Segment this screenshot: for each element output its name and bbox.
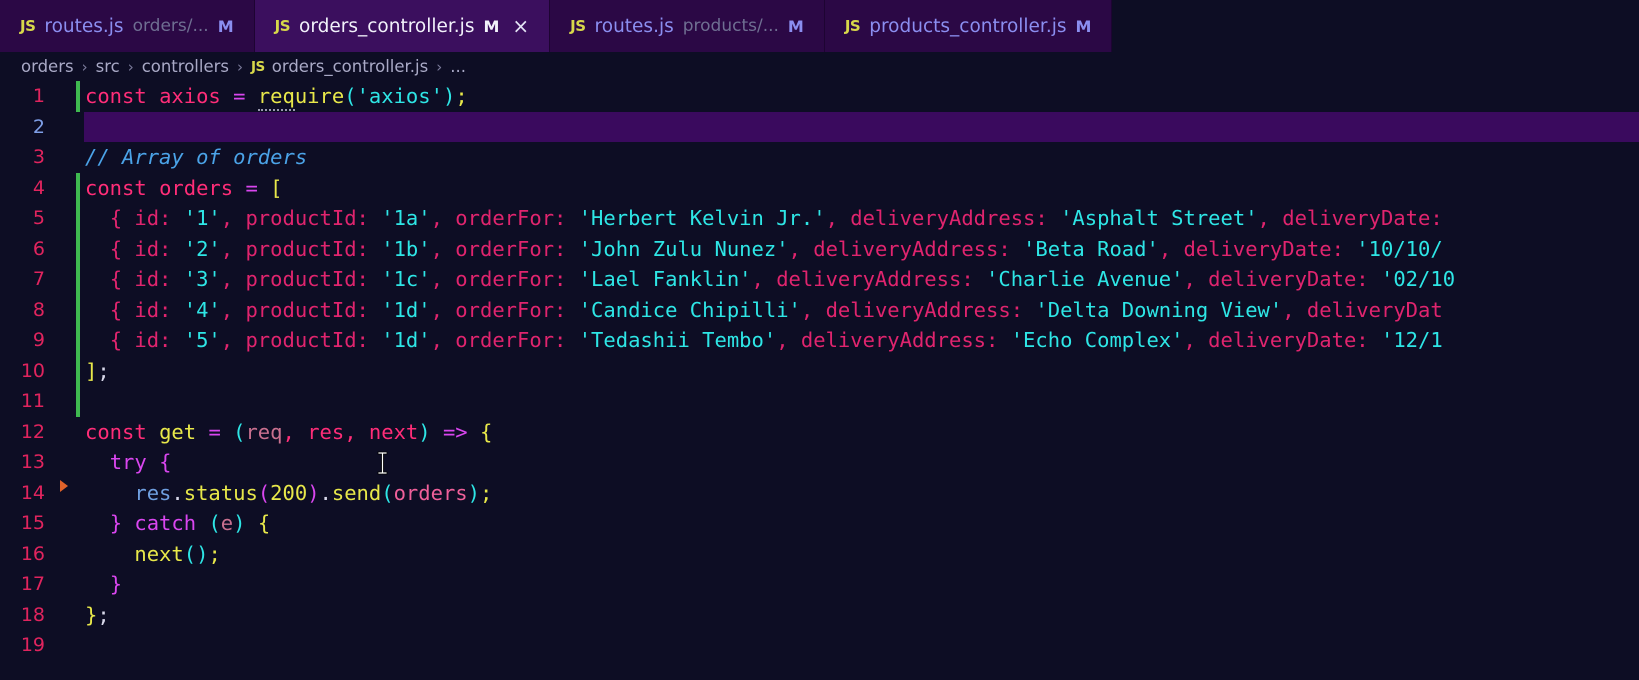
line-number: 16 xyxy=(20,542,45,565)
line-number: 2 xyxy=(32,115,45,138)
breadcrumb-item-symbols[interactable]: ... xyxy=(450,57,466,76)
line-content: res.status(200).send(orders); xyxy=(134,480,493,505)
git-change-indicator xyxy=(76,172,80,417)
line-content: { id: '5', productId: '1d', orderFor: 'T… xyxy=(109,328,1443,353)
chevron-right-icon: › xyxy=(436,57,443,76)
line-number: 4 xyxy=(32,176,45,199)
close-icon[interactable]: × xyxy=(512,16,529,36)
code-line[interactable]: 9 { id: '5', productId: '1d', orderFor: … xyxy=(0,325,1639,356)
editor-tab-routes-products[interactable]: JS routes.js products/... M xyxy=(550,0,825,52)
selection-highlight xyxy=(84,111,1639,142)
js-file-icon: JS xyxy=(570,17,586,35)
line-content: next(); xyxy=(134,541,221,566)
line-number: 13 xyxy=(20,451,45,474)
breadcrumb-item-file[interactable]: orders_controller.js xyxy=(272,57,428,76)
code-line[interactable]: 11 xyxy=(0,386,1639,417)
line-number: 15 xyxy=(20,512,45,535)
tab-strip: JS routes.js orders/... M JS orders_cont… xyxy=(0,0,1113,52)
code-line[interactable]: 4 const orders = [ xyxy=(0,173,1639,204)
editor-tab-products-controller[interactable]: JS products_controller.js M xyxy=(824,0,1113,52)
code-line[interactable]: 6 { id: '2', productId: '1b', orderFor: … xyxy=(0,234,1639,265)
code-line[interactable]: 13 try { xyxy=(0,447,1639,478)
js-file-icon: JS xyxy=(844,17,861,35)
tab-modified-badge: M xyxy=(787,16,804,36)
line-content: const get = (req, res, next) => { xyxy=(85,419,493,444)
code-line[interactable]: 7 { id: '3', productId: '1c', orderFor: … xyxy=(0,264,1639,295)
code-line[interactable]: 8 { id: '4', productId: '1d', orderFor: … xyxy=(0,295,1639,326)
tab-modified-badge: M xyxy=(217,16,234,36)
line-number: 14 xyxy=(20,481,45,504)
line-number: 1 xyxy=(32,85,45,108)
breadcrumb-item-src[interactable]: src xyxy=(96,57,120,76)
tab-bar-empty-area xyxy=(1112,0,1639,52)
tab-modified-badge: M xyxy=(1075,16,1092,36)
line-number: 5 xyxy=(32,207,45,230)
code-editor[interactable]: 1 const axios = require('axios'); 2 3 //… xyxy=(0,81,1639,680)
breadcrumb-item-controllers[interactable]: controllers xyxy=(142,57,229,76)
line-number: 6 xyxy=(32,237,45,260)
line-content: // Array of orders xyxy=(85,145,308,170)
chevron-right-icon: › xyxy=(81,57,88,76)
breadcrumb: orders › src › controllers › JS orders_c… xyxy=(0,52,1639,81)
line-number: 3 xyxy=(32,146,45,169)
git-change-indicator xyxy=(76,81,80,112)
line-content: }; xyxy=(85,602,110,627)
code-line[interactable]: 12 const get = (req, res, next) => { xyxy=(0,417,1639,448)
line-content: } catch (e) { xyxy=(109,511,271,536)
line-content: { id: '2', productId: '1b', orderFor: 'J… xyxy=(109,236,1443,261)
line-number: 8 xyxy=(32,298,45,321)
fold-triangle-icon[interactable] xyxy=(60,479,68,492)
tab-description: products/... xyxy=(682,16,779,36)
line-content: const axios = require('axios'); xyxy=(80,84,468,112)
line-content: const orders = [ xyxy=(85,175,283,200)
tab-modified-badge: M xyxy=(483,16,500,36)
line-number: 11 xyxy=(20,390,45,413)
js-file-icon: JS xyxy=(20,17,36,35)
js-file-icon: JS xyxy=(251,58,265,75)
line-number: 9 xyxy=(32,329,45,352)
tab-description: orders/... xyxy=(132,16,209,36)
code-line[interactable]: 19 xyxy=(0,630,1639,661)
line-content: { id: '3', productId: '1c', orderFor: 'L… xyxy=(109,267,1456,292)
tab-label: routes.js xyxy=(44,15,124,37)
js-file-icon: JS xyxy=(274,17,291,35)
breadcrumb-item-orders[interactable]: orders xyxy=(21,57,74,76)
line-content: } xyxy=(109,572,123,597)
code-line[interactable]: 10 ]; xyxy=(0,356,1639,387)
editor-tab-orders-controller[interactable]: JS orders_controller.js M × xyxy=(254,0,551,52)
tab-label: routes.js xyxy=(594,15,674,37)
tab-label: products_controller.js xyxy=(869,15,1067,37)
code-line[interactable]: 3 // Array of orders xyxy=(0,142,1639,173)
line-content: { id: '4', productId: '1d', orderFor: 'C… xyxy=(109,297,1443,322)
line-number: 12 xyxy=(20,420,45,443)
code-line[interactable]: 5 { id: '1', productId: '1a', orderFor: … xyxy=(0,203,1639,234)
line-number: 18 xyxy=(20,603,45,626)
code-line[interactable]: 1 const axios = require('axios'); xyxy=(0,81,1639,112)
vscode-window: JS routes.js orders/... M JS orders_cont… xyxy=(0,0,1639,680)
chevron-right-icon: › xyxy=(127,57,134,76)
line-number: 10 xyxy=(20,359,45,382)
line-number: 19 xyxy=(20,634,45,657)
editor-tab-routes-orders[interactable]: JS routes.js orders/... M xyxy=(0,0,255,52)
code-line[interactable]: 16 next(); xyxy=(0,539,1639,570)
code-line[interactable]: 17 } xyxy=(0,569,1639,600)
line-number: 7 xyxy=(32,268,45,291)
editor-tab-bar: JS routes.js orders/... M JS orders_cont… xyxy=(0,0,1639,52)
chevron-right-icon: › xyxy=(237,57,243,76)
line-content: { id: '1', productId: '1a', orderFor: 'H… xyxy=(109,206,1443,231)
line-content: try { xyxy=(109,450,172,475)
code-line[interactable]: 18 }; xyxy=(0,600,1639,631)
code-line[interactable]: 15 } catch (e) { xyxy=(0,508,1639,539)
tab-label: orders_controller.js xyxy=(299,15,475,37)
code-line[interactable]: 14 res.status(200).send(orders); xyxy=(0,478,1639,509)
line-number: 17 xyxy=(20,573,45,596)
line-content: ]; xyxy=(85,358,110,383)
